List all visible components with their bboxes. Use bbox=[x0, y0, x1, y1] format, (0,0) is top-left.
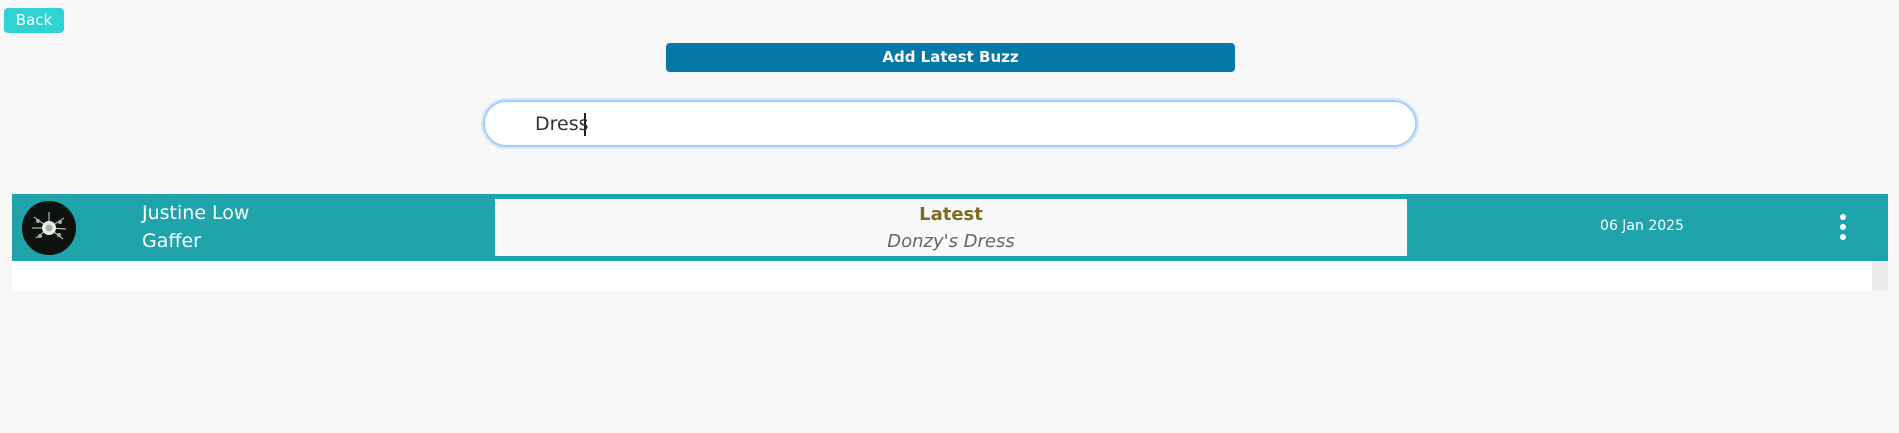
list-spacer bbox=[12, 261, 1888, 291]
buzz-row[interactable]: Justine Low Gaffer Latest Donzy's Dress … bbox=[12, 194, 1888, 261]
search-input[interactable] bbox=[535, 102, 1395, 145]
back-button[interactable]: Back bbox=[4, 8, 64, 33]
buzz-page: Back Add Latest Buzz Dress Justine Low G… bbox=[0, 0, 1899, 433]
text-cursor bbox=[584, 113, 586, 136]
person-info: Justine Low Gaffer bbox=[142, 199, 249, 255]
buzz-list: Justine Low Gaffer Latest Donzy's Dress … bbox=[12, 194, 1888, 291]
buzz-content: Latest Donzy's Dress bbox=[495, 199, 1407, 256]
buzz-category: Latest bbox=[919, 204, 983, 225]
buzz-date: 06 Jan 2025 bbox=[1600, 218, 1684, 234]
buzz-text: Donzy's Dress bbox=[887, 231, 1015, 252]
search-box[interactable] bbox=[483, 100, 1417, 147]
person-role: Gaffer bbox=[142, 230, 201, 252]
person-name: Justine Low bbox=[142, 202, 250, 224]
scrollbar-track[interactable] bbox=[1872, 261, 1888, 291]
kebab-menu-icon[interactable] bbox=[1833, 214, 1853, 240]
avatar bbox=[22, 201, 76, 255]
add-latest-buzz-button[interactable]: Add Latest Buzz bbox=[666, 43, 1235, 72]
